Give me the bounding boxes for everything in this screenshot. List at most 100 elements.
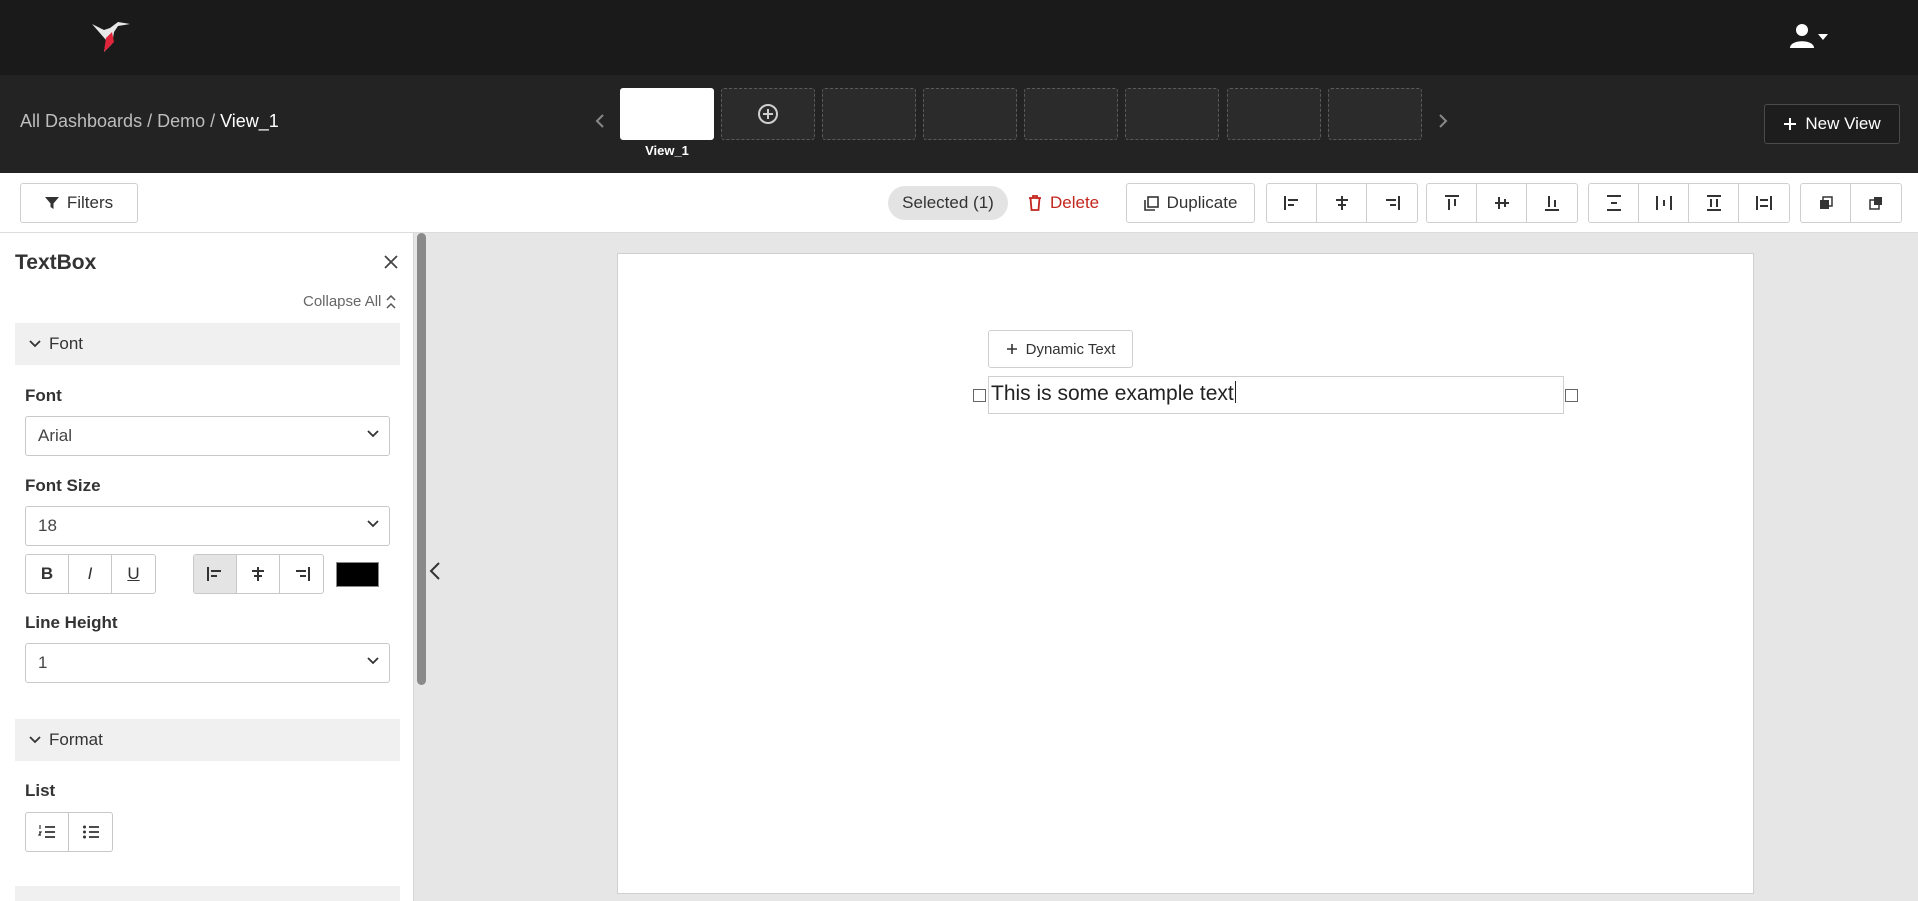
editor-toolbar: Filters Selected (1) Delete Duplicate — [0, 173, 1918, 233]
bullet-list-button[interactable] — [69, 813, 112, 851]
text-color-swatch[interactable] — [336, 562, 379, 587]
italic-button[interactable]: I — [69, 555, 112, 593]
plus-circle-icon — [758, 104, 778, 124]
align-top-button[interactable] — [1427, 184, 1477, 222]
font-family-value: Arial — [38, 426, 73, 445]
resize-handle-left[interactable] — [973, 389, 986, 402]
breadcrumb-all-dashboards[interactable]: All Dashboards — [20, 111, 142, 131]
line-height-label: Line Height — [25, 613, 118, 632]
user-menu[interactable] — [1790, 22, 1830, 50]
filters-button[interactable]: Filters — [20, 183, 138, 223]
textbox-editor[interactable]: This is some example text — [988, 376, 1564, 414]
align-right-icon — [295, 567, 310, 581]
align-bottom-button[interactable] — [1527, 184, 1577, 222]
align-right-icon — [1386, 196, 1400, 210]
chevron-left-icon — [429, 562, 440, 580]
font-field-label: Font — [25, 386, 62, 405]
text-align-group — [193, 554, 324, 594]
chevron-down-icon — [367, 520, 379, 528]
align-center-button[interactable] — [1317, 184, 1367, 222]
panel-scrollbar[interactable] — [417, 233, 426, 685]
dynamic-text-button[interactable]: Dynamic Text — [988, 330, 1133, 368]
duplicate-button[interactable]: Duplicate — [1126, 183, 1255, 223]
collapse-panel-toggle[interactable] — [428, 560, 446, 586]
copy-icon — [1143, 195, 1159, 211]
align-left-icon — [207, 567, 221, 581]
line-height-value: 1 — [38, 653, 48, 672]
font-section-label: Font — [49, 334, 84, 353]
dashboard-nav-bar: All Dashboards / Demo / View_1 View_1 Ne… — [0, 75, 1918, 173]
chevron-right-icon — [1439, 114, 1448, 128]
format-section-header[interactable]: Format — [15, 719, 400, 761]
add-view-thumbnail[interactable] — [721, 88, 815, 140]
views-next-arrow[interactable] — [1433, 103, 1453, 143]
align-bottom-icon — [1545, 196, 1559, 211]
plus-icon — [1784, 118, 1797, 130]
font-size-label: Font Size — [25, 476, 101, 495]
distribute-vertical-button[interactable] — [1589, 184, 1639, 222]
filter-icon — [44, 197, 59, 209]
bold-button[interactable]: B — [26, 555, 69, 593]
empty-view-slot — [923, 88, 1017, 140]
delete-button[interactable]: Delete — [1028, 183, 1099, 223]
list-type-group — [25, 812, 113, 852]
breadcrumb: All Dashboards / Demo / View_1 — [20, 111, 279, 132]
empty-view-slot — [1125, 88, 1219, 140]
bring-to-front-icon — [1819, 196, 1833, 209]
next-section-header[interactable] — [15, 886, 400, 901]
text-align-center-button[interactable] — [237, 555, 280, 593]
line-height-select[interactable]: 1 — [25, 643, 390, 683]
chevron-down-icon — [29, 340, 41, 348]
dashboard-canvas[interactable]: Dynamic Text This is some example text — [617, 253, 1754, 894]
distribute-horizontal-button[interactable] — [1639, 184, 1689, 222]
chevron-down-icon — [367, 430, 379, 438]
textbox-properties-panel: TextBox Collapse All Font Font Arial Fon… — [0, 233, 414, 901]
font-section-header[interactable]: Font — [15, 323, 400, 365]
delete-label: Delete — [1050, 193, 1100, 212]
send-to-back-button[interactable] — [1851, 184, 1901, 222]
new-view-label: New View — [1805, 114, 1881, 133]
text-style-group: B I U — [25, 554, 156, 594]
breadcrumb-demo[interactable]: Demo — [157, 111, 205, 131]
font-size-select[interactable]: 18 — [25, 506, 390, 546]
collapse-all-button[interactable]: Collapse All — [303, 293, 396, 310]
distribute-spacing-horizontal-icon — [1756, 196, 1772, 210]
filters-label: Filters — [66, 193, 114, 212]
duplicate-label: Duplicate — [1166, 193, 1238, 212]
text-align-left-button[interactable] — [194, 555, 237, 593]
empty-view-slot — [822, 88, 916, 140]
align-middle-button[interactable] — [1477, 184, 1527, 222]
view-thumbnail-label: View_1 — [645, 143, 689, 158]
font-family-select[interactable]: Arial — [25, 416, 390, 456]
top-bar — [0, 0, 1918, 75]
empty-view-slot — [1227, 88, 1321, 140]
chevron-left-icon — [595, 114, 604, 128]
plus-icon — [1006, 344, 1017, 354]
numbered-list-button[interactable] — [26, 813, 69, 851]
bring-to-front-button[interactable] — [1801, 184, 1851, 222]
panel-title: TextBox — [15, 251, 97, 274]
align-top-icon — [1444, 195, 1459, 210]
align-center-icon — [252, 567, 264, 581]
view-thumbnail-active[interactable] — [620, 88, 714, 140]
distribute-spacing-vertical-button[interactable] — [1689, 184, 1739, 222]
format-section-label: Format — [49, 730, 103, 749]
font-size-value: 18 — [38, 516, 57, 535]
close-panel-button[interactable] — [382, 253, 402, 273]
horizontal-align-group — [1266, 183, 1418, 223]
distribute-vertical-icon — [1606, 195, 1621, 211]
empty-view-slot — [1328, 88, 1422, 140]
hummingbird-logo-icon[interactable] — [88, 18, 132, 56]
distribute-group — [1588, 183, 1790, 223]
resize-handle-right[interactable] — [1565, 389, 1578, 402]
breadcrumb-separator: / — [142, 111, 158, 131]
distribute-spacing-horizontal-button[interactable] — [1739, 184, 1789, 222]
text-align-right-button[interactable] — [280, 555, 323, 593]
views-prev-arrow[interactable] — [590, 103, 610, 143]
bullet-list-icon — [82, 825, 99, 839]
new-view-button[interactable]: New View — [1764, 104, 1900, 144]
align-left-button[interactable] — [1267, 184, 1317, 222]
vertical-align-group — [1426, 183, 1578, 223]
align-right-button[interactable] — [1367, 184, 1417, 222]
underline-button[interactable]: U — [112, 555, 155, 593]
